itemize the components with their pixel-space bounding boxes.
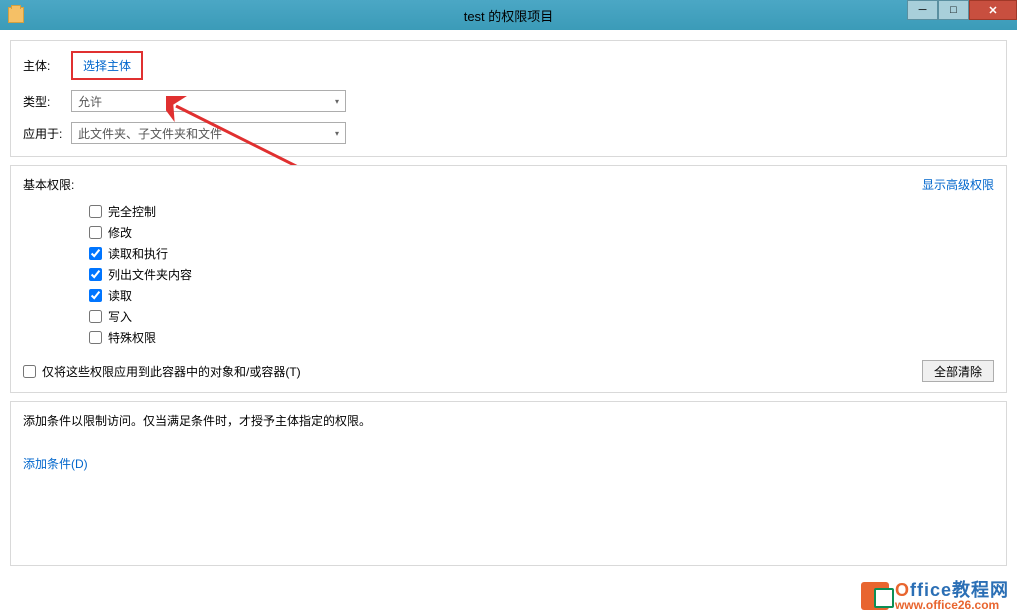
type-value: 允许 (78, 93, 102, 110)
principal-panel: 主体: 选择主体 类型: 允许 ▾ 应用于: 此文件夹、子文件夹和文件 ▾ (10, 40, 1007, 157)
window-title: test 的权限项目 (464, 6, 554, 25)
type-row: 类型: 允许 ▾ (23, 90, 994, 112)
folder-icon (8, 7, 24, 23)
permission-label: 列出文件夹内容 (108, 266, 192, 283)
permission-checkbox[interactable] (89, 205, 102, 218)
applies-to-label: 应用于: (23, 125, 71, 142)
only-apply-checkbox-row[interactable]: 仅将这些权限应用到此容器中的对象和/或容器(T) (23, 363, 301, 380)
permission-checkbox[interactable] (89, 331, 102, 344)
only-apply-label: 仅将这些权限应用到此容器中的对象和/或容器(T) (42, 363, 301, 380)
watermark-url: www.office26.com (895, 599, 1009, 611)
permission-row[interactable]: 读取 (89, 287, 994, 304)
permission-label: 读取和执行 (108, 245, 168, 262)
permissions-bottom-row: 仅将这些权限应用到此容器中的对象和/或容器(T) 全部清除 (23, 360, 994, 382)
select-principal-link[interactable]: 选择主体 (83, 59, 131, 73)
window-controls: ─ □ ✕ (907, 0, 1017, 20)
titlebar: test 的权限项目 ─ □ ✕ (0, 0, 1017, 30)
permission-checkbox[interactable] (89, 268, 102, 281)
permission-checkbox[interactable] (89, 310, 102, 323)
permission-label: 读取 (108, 287, 132, 304)
applies-to-row: 应用于: 此文件夹、子文件夹和文件 ▾ (23, 122, 994, 144)
minimize-button[interactable]: ─ (907, 0, 938, 20)
permission-row[interactable]: 完全控制 (89, 203, 994, 220)
principal-row: 主体: 选择主体 (23, 51, 994, 80)
watermark-brand: Office教程网 (895, 581, 1009, 599)
watermark-logo-icon (861, 582, 889, 610)
chevron-down-icon: ▾ (335, 97, 339, 106)
permission-row[interactable]: 写入 (89, 308, 994, 325)
conditions-panel: 添加条件以限制访问。仅当满足条件时，才授予主体指定的权限。 添加条件(D) (10, 401, 1007, 566)
permission-label: 修改 (108, 224, 132, 241)
permission-label: 完全控制 (108, 203, 156, 220)
content-area: 主体: 选择主体 类型: 允许 ▾ 应用于: 此文件夹、子文件夹和文件 ▾ (0, 30, 1017, 584)
permission-checkbox[interactable] (89, 247, 102, 260)
type-select[interactable]: 允许 ▾ (71, 90, 346, 112)
permission-row[interactable]: 读取和执行 (89, 245, 994, 262)
principal-label: 主体: (23, 57, 71, 74)
only-apply-checkbox[interactable] (23, 365, 36, 378)
maximize-button[interactable]: □ (938, 0, 969, 20)
permissions-panel: 基本权限: 显示高级权限 完全控制修改读取和执行列出文件夹内容读取写入特殊权限 … (10, 165, 1007, 393)
conditions-description: 添加条件以限制访问。仅当满足条件时，才授予主体指定的权限。 (23, 412, 994, 429)
add-condition-link[interactable]: 添加条件(D) (23, 457, 88, 471)
close-button[interactable]: ✕ (969, 0, 1017, 20)
permission-row[interactable]: 特殊权限 (89, 329, 994, 346)
applies-to-select[interactable]: 此文件夹、子文件夹和文件 ▾ (71, 122, 346, 144)
watermark-text: Office教程网 www.office26.com (895, 581, 1009, 611)
permission-row[interactable]: 修改 (89, 224, 994, 241)
permission-row[interactable]: 列出文件夹内容 (89, 266, 994, 283)
applies-to-value: 此文件夹、子文件夹和文件 (78, 125, 222, 142)
permissions-title: 基本权限: (23, 176, 994, 193)
select-principal-highlight: 选择主体 (71, 51, 143, 80)
permission-checkbox[interactable] (89, 226, 102, 239)
show-advanced-link[interactable]: 显示高级权限 (922, 176, 994, 193)
permissions-checklist: 完全控制修改读取和执行列出文件夹内容读取写入特殊权限 (89, 203, 994, 346)
chevron-down-icon: ▾ (335, 129, 339, 138)
permission-label: 写入 (108, 308, 132, 325)
type-label: 类型: (23, 93, 71, 110)
watermark: Office教程网 www.office26.com (861, 581, 1009, 611)
permission-label: 特殊权限 (108, 329, 156, 346)
permission-checkbox[interactable] (89, 289, 102, 302)
clear-all-button[interactable]: 全部清除 (922, 360, 994, 382)
